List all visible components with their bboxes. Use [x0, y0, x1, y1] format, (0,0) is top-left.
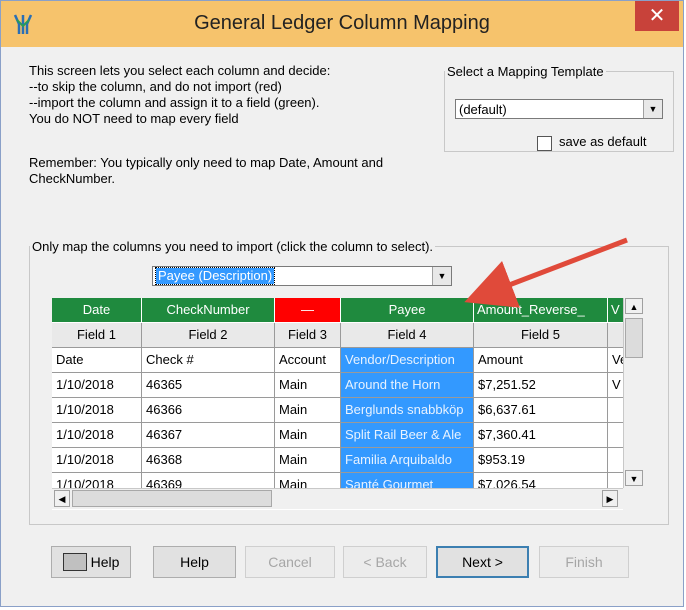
cancel-button[interactable]: Cancel: [245, 546, 335, 578]
next-button[interactable]: Next >: [436, 546, 529, 578]
help-book-icon: [62, 553, 87, 572]
column-mapping-dialog: General Ledger Column Mapping ✕ This scr…: [0, 0, 684, 607]
help-icon-button[interactable]: Help: [51, 546, 131, 578]
finish-button[interactable]: Finish: [539, 546, 629, 578]
help-button[interactable]: Help: [153, 546, 236, 578]
back-button[interactable]: < Back: [343, 546, 427, 578]
help-icon-button-label: Help: [90, 554, 120, 570]
annotation-arrow-icon: [464, 237, 628, 308]
